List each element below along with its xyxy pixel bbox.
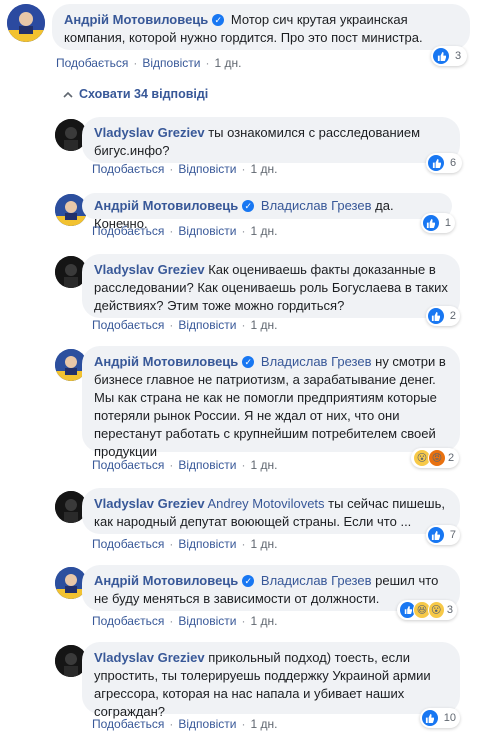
like-link[interactable]: Подобається (92, 614, 164, 628)
like-link[interactable]: Подобається (92, 537, 164, 551)
like-link[interactable]: Подобається (92, 717, 164, 731)
reply-actions: Подобається · Відповісти · 1 дн. (92, 318, 278, 332)
mention-link[interactable]: Владислав Грезев (261, 198, 372, 213)
timestamp[interactable]: 1 дн. (250, 614, 277, 628)
like-link[interactable]: Подобається (92, 162, 164, 176)
like-icon (428, 155, 444, 171)
like-icon (423, 215, 439, 231)
reply-author[interactable]: Андрій Мотовиловець (94, 354, 238, 369)
like-link[interactable]: Подобається (92, 224, 164, 238)
reply-link[interactable]: Відповісти (178, 537, 236, 551)
timestamp[interactable]: 1 дн. (250, 458, 277, 472)
comment-bubble: Андрій Мотовиловець ✓ Мотор сич крутая ук… (52, 4, 470, 50)
reply-actions: Подобається · Відповісти · 1 дн. (92, 224, 278, 238)
mention-link[interactable]: Владислав Грезев (261, 573, 372, 588)
verified-badge-icon: ✓ (212, 14, 225, 26)
reply-actions: Подобається · Відповісти · 1 дн. (92, 458, 278, 472)
like-icon (428, 527, 444, 543)
like-link[interactable]: Подобається (56, 56, 128, 70)
like-link[interactable]: Подобається (92, 458, 164, 472)
like-link[interactable]: Подобається (92, 318, 164, 332)
reply-bubble: Андрій Мотовиловець ✓ Владислав Грезев да… (82, 193, 452, 231)
reply-link[interactable]: Відповісти (142, 56, 200, 70)
like-icon (433, 48, 449, 64)
reply-link[interactable]: Відповісти (178, 318, 236, 332)
reply-bubble: Vladyslav Greziev прикольный подход) тое… (82, 642, 460, 719)
timestamp[interactable]: 1 дн. (214, 56, 241, 70)
reply-author[interactable]: Андрій Мотовиловець (94, 573, 238, 588)
timestamp[interactable]: 1 дн. (250, 224, 277, 238)
reply-author[interactable]: Vladyslav Greziev (94, 262, 205, 277)
angry-icon: 😡 (428, 449, 446, 467)
reply-actions: Подобається · Відповісти · 1 дн. (92, 614, 278, 628)
reply-author[interactable]: Андрій Мотовиловець (94, 198, 238, 213)
timestamp[interactable]: 1 дн. (250, 318, 277, 332)
avatar[interactable] (7, 4, 45, 42)
reply-bubble: Vladyslav Greziev Как оцениваешь факты д… (82, 254, 460, 318)
comment-actions: Подобається · Відповісти · 1 дн. (56, 56, 242, 70)
verified-badge-icon: ✓ (242, 200, 255, 212)
reaction-count[interactable]: 😮 😡 2 (411, 448, 459, 468)
reply-bubble: Vladyslav Greziev ты ознакомился с рассл… (82, 117, 460, 163)
reply-link[interactable]: Відповісти (178, 162, 236, 176)
mention-link[interactable]: Andrey Motovilovets (207, 496, 324, 511)
reply-bubble: Андрій Мотовиловець ✓ Владислав Грезев ну… (82, 346, 460, 459)
reaction-count[interactable]: 😆 😮 3 (397, 600, 457, 620)
timestamp[interactable]: 1 дн. (250, 537, 277, 551)
reaction-count[interactable]: 7 (426, 525, 460, 545)
reaction-count[interactable]: 6 (426, 153, 462, 173)
like-icon (428, 308, 444, 324)
reaction-count[interactable]: 10 (420, 708, 460, 728)
reaction-count[interactable]: 2 (426, 306, 460, 326)
reaction-count[interactable]: 1 (421, 213, 455, 233)
reply-actions: Подобається · Відповісти · 1 дн. (92, 162, 278, 176)
like-icon (422, 710, 438, 726)
reply-author[interactable]: Vladyslav Greziev (94, 650, 205, 665)
reply-author[interactable]: Vladyslav Greziev (94, 125, 205, 140)
mention-link[interactable]: Владислав Грезев (261, 354, 372, 369)
verified-badge-icon: ✓ (242, 356, 255, 368)
reply-text: ну смотри в бизнесе главное не патриотиз… (94, 354, 446, 459)
reply-link[interactable]: Відповісти (178, 458, 236, 472)
wow-icon: 😮 (427, 601, 445, 619)
reply-link[interactable]: Відповісти (178, 614, 236, 628)
reaction-count[interactable]: 3 (431, 46, 467, 66)
timestamp[interactable]: 1 дн. (250, 717, 277, 731)
reply-link[interactable]: Відповісти (178, 224, 236, 238)
comment-author[interactable]: Андрій Мотовиловець (64, 12, 208, 27)
reply-actions: Подобається · Відповісти · 1 дн. (92, 717, 278, 731)
chevron-up-icon (63, 87, 73, 101)
reply-author[interactable]: Vladyslav Greziev (94, 496, 205, 511)
hide-replies-toggle[interactable]: Сховати 34 відповіді (63, 87, 208, 101)
verified-badge-icon: ✓ (242, 575, 255, 587)
timestamp[interactable]: 1 дн. (250, 162, 277, 176)
reply-link[interactable]: Відповісти (178, 717, 236, 731)
reply-bubble: Vladyslav Greziev Andrey Motovilovets ты… (82, 488, 460, 534)
reply-actions: Подобається · Відповісти · 1 дн. (92, 537, 278, 551)
